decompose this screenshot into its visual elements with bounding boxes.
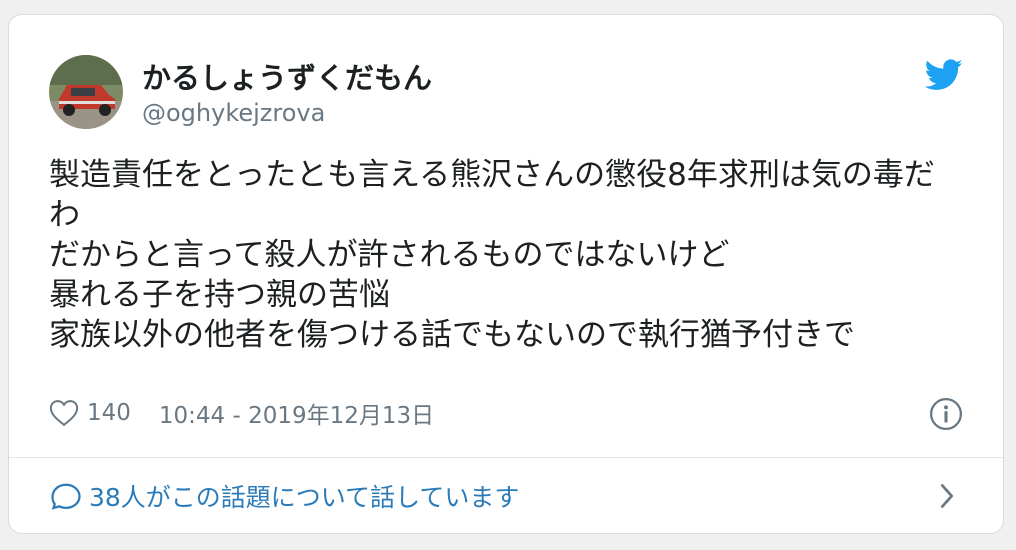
info-icon[interactable] [929, 397, 963, 431]
avatar-image [49, 55, 123, 129]
display-name[interactable]: かるしょうずくだもん [142, 55, 432, 97]
tweet-line: わ [49, 197, 80, 233]
tweet-card: かるしょうずくだもん @oghykejzrova 製造責任をとったとも言える熊沢… [8, 14, 1004, 534]
avatar[interactable] [49, 55, 123, 129]
timestamp[interactable]: 10:44 - 2019年12月13日 [159, 396, 434, 430]
chevron-right-icon[interactable] [937, 482, 957, 510]
conversation-label[interactable]: 38人がこの話題について話しています [89, 478, 519, 514]
user-handle[interactable]: @oghykejzrova [142, 99, 325, 127]
twitter-bird-icon[interactable] [925, 59, 963, 91]
speech-bubble-icon [51, 483, 81, 510]
like-count[interactable]: 140 [87, 400, 131, 426]
tweet-line: 製造責任をとったとも言える熊沢さんの懲役8年求刑は気の毒だ [49, 157, 935, 193]
tweet-line: 家族以外の他者を傷つける話でもないので執行猶予付きで [49, 317, 855, 353]
conversation-link[interactable]: 38人がこの話題について話しています [49, 458, 963, 533]
tweet-line: 暴れる子を持つ親の苦悩 [49, 277, 390, 313]
tweet-meta: 140 10:44 - 2019年12月13日 [49, 395, 434, 431]
tweet-text: 製造責任をとったとも言える熊沢さんの懲役8年求刑は気の毒だ わ だからと言って殺… [49, 155, 979, 355]
tweet-line: だからと言って殺人が許されるものではないけど [49, 237, 730, 273]
heart-icon[interactable] [49, 399, 79, 427]
